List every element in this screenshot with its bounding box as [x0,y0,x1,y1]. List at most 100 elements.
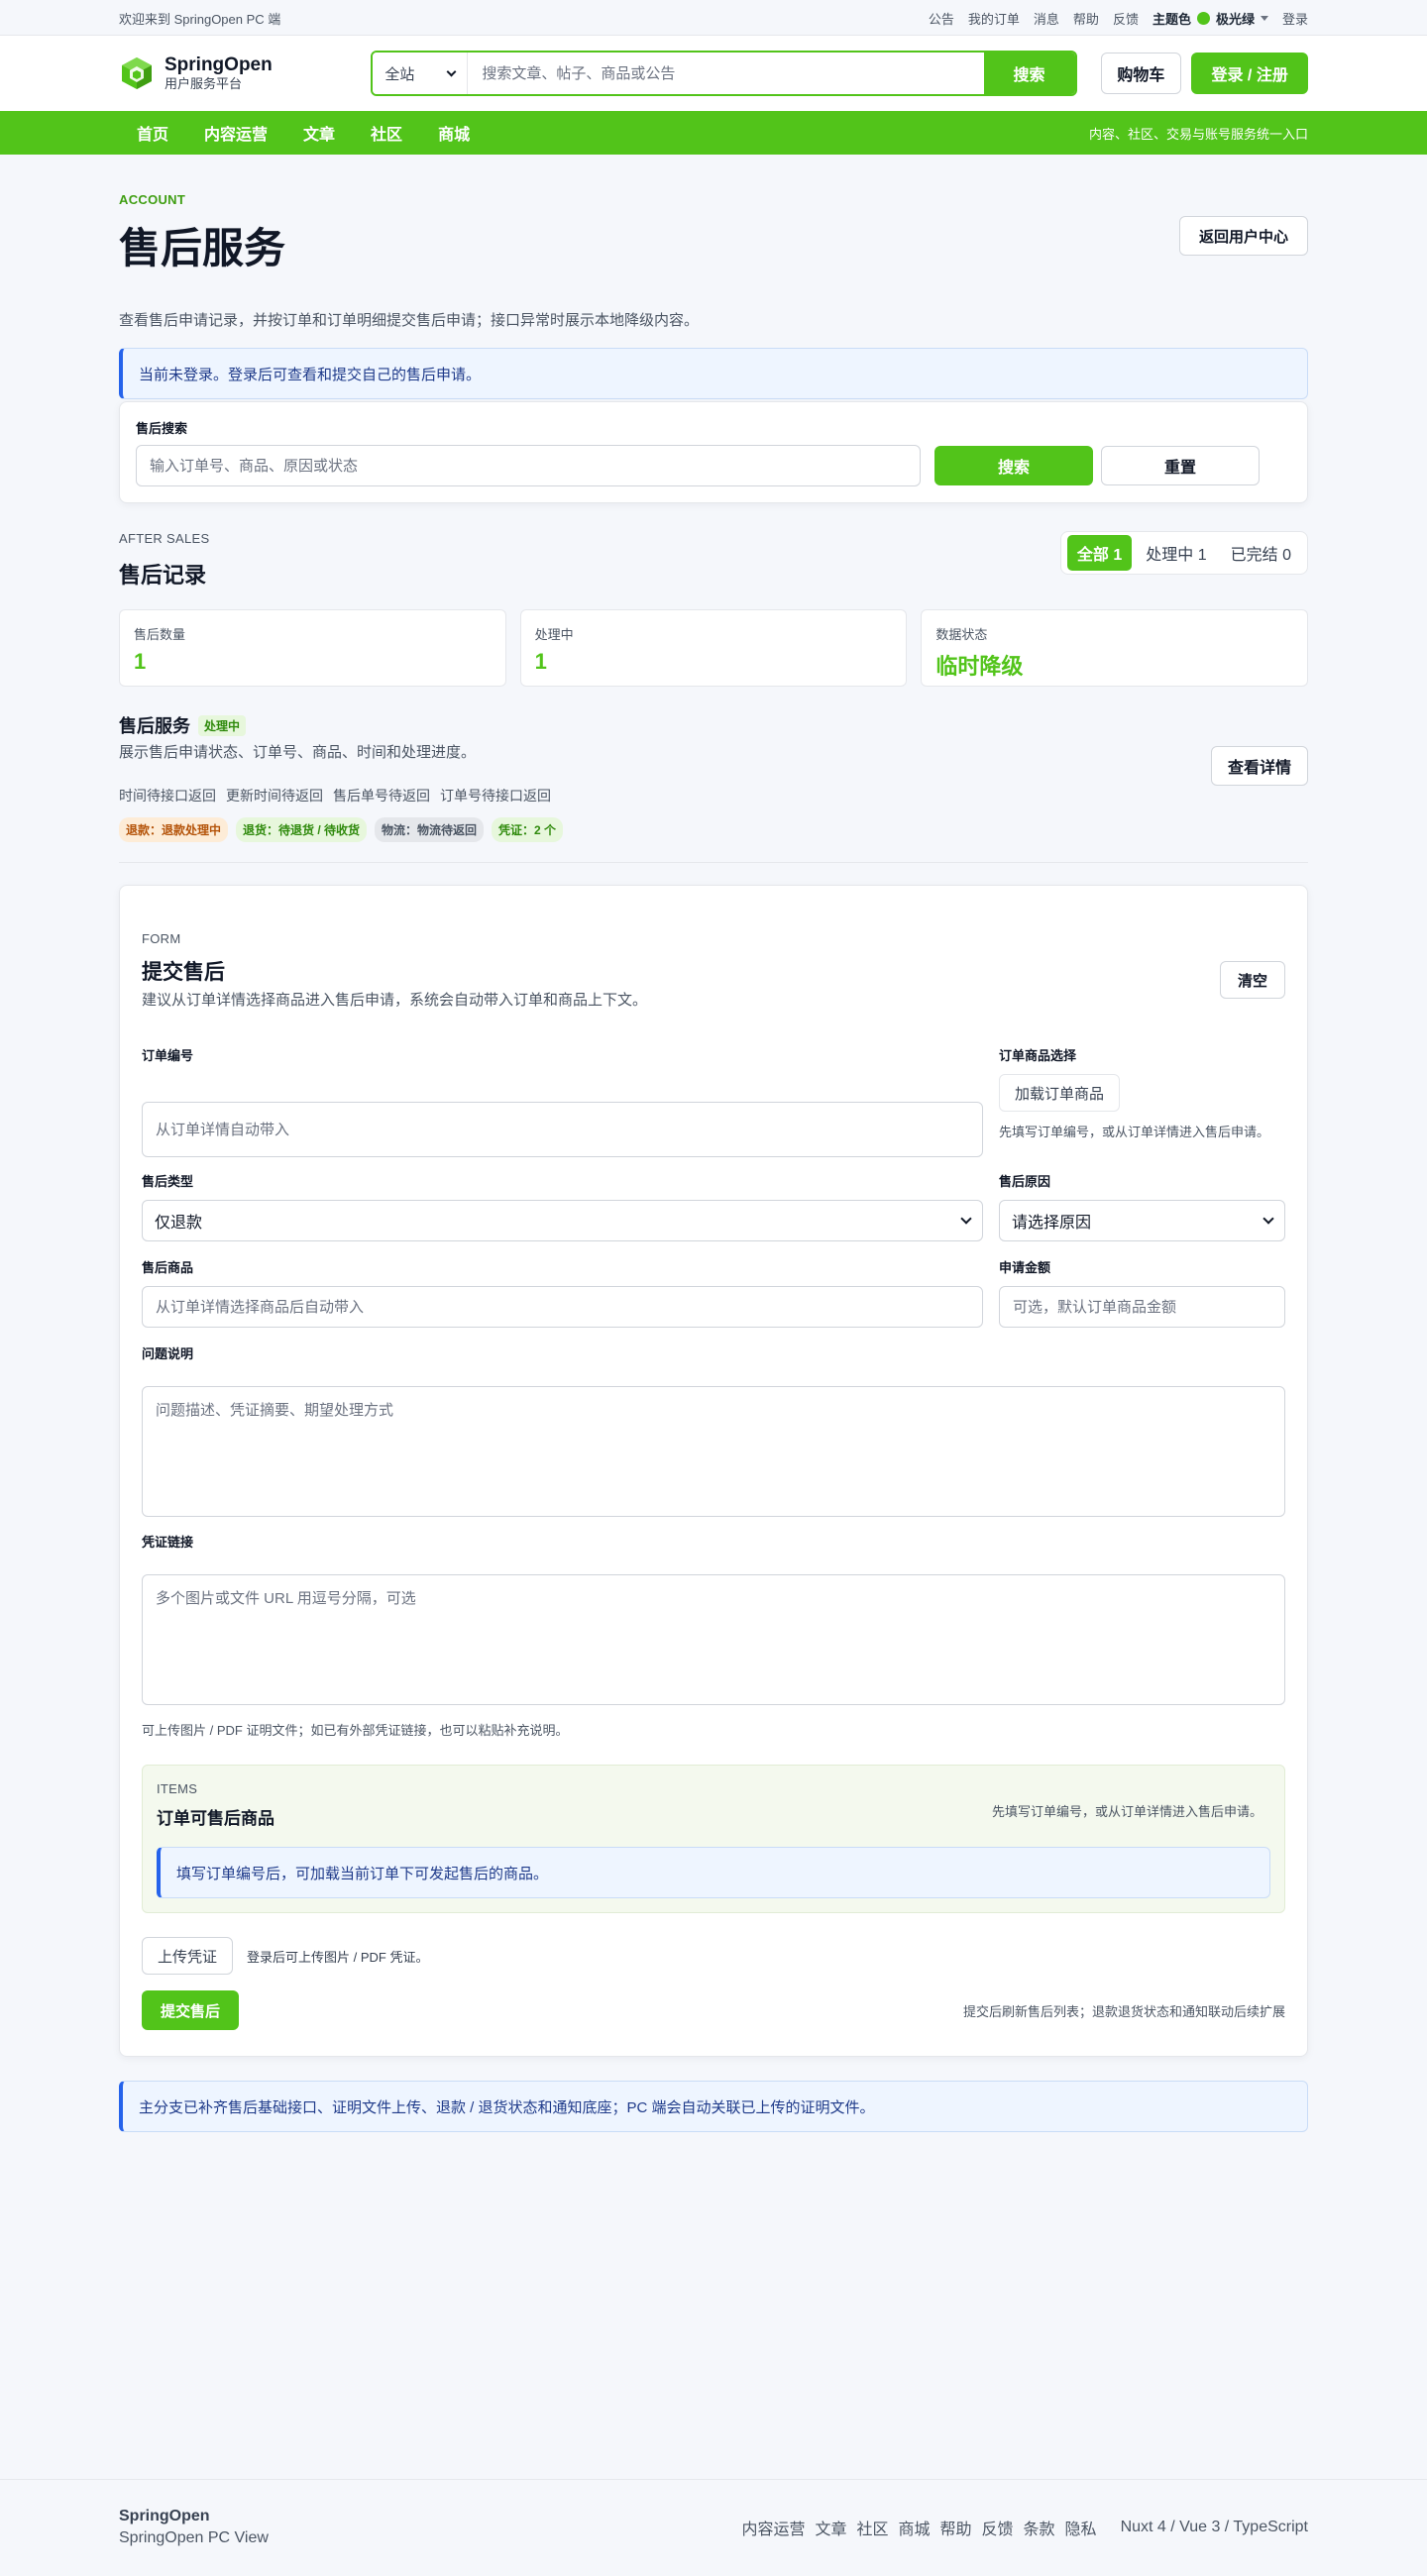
login-register-button[interactable]: 登录 / 注册 [1191,53,1309,94]
logo[interactable]: SpringOpen 用户服务平台 [119,54,371,92]
order-item-field: 订单商品选择 加载订单商品 先填写订单编号，或从订单详情进入售后申请。 [999,1045,1285,1157]
form-eyebrow: FORM [142,931,181,946]
search-input[interactable] [468,53,984,94]
amount-input[interactable] [999,1286,1285,1328]
after-sales-reason-select[interactable]: 请选择原因 [999,1200,1285,1241]
upload-hint: 登录后可上传图片 / PDF 凭证。 [247,1949,429,1965]
after-sales-search-input[interactable] [136,445,921,486]
amount-field: 申请金额 [999,1257,1285,1328]
footer-link-help[interactable]: 帮助 [940,2516,972,2539]
top-link-notice[interactable]: 公告 [929,9,954,28]
goods-label: 售后商品 [142,1260,194,1275]
main-content: ACCOUNT 售后服务 返回用户中心 查看售后申请记录，并按订单和订单明细提交… [119,155,1309,2132]
after-sales-search-button[interactable]: 搜索 [934,446,1093,485]
logo-cube-icon [122,57,152,89]
reason-label: 售后原因 [999,1174,1051,1189]
top-link-messages[interactable]: 消息 [1034,9,1059,28]
amount-label: 申请金额 [999,1260,1051,1275]
record-tags: 退款：退款处理中 退货：待退货 / 待收货 物流：物流待返回 凭证：2 个 [119,817,1308,842]
status-badge: 处理中 [198,714,247,736]
footer-link-community[interactable]: 社区 [856,2516,888,2539]
footer-link-privacy[interactable]: 隐私 [1065,2516,1097,2539]
stat-label: 数据状态 [935,627,988,642]
proof-label: 凭证链接 [142,1535,194,1550]
after-sales-type-select[interactable]: 仅退款 [142,1200,983,1241]
goods-field: 售后商品 [142,1257,983,1328]
theme-color-dot-icon [1196,11,1210,25]
logistics-tag: 物流：物流待返回 [375,817,485,842]
login-notice: 当前未登录。登录后可查看和提交自己的售后申请。 [119,348,1308,399]
reset-button[interactable]: 重置 [1101,446,1260,485]
back-to-user-center-button[interactable]: 返回用户中心 [1179,216,1308,256]
order-no-input[interactable] [142,1102,983,1157]
welcome-text: 欢迎来到 SpringOpen PC 端 [119,11,281,27]
nav-item-home[interactable]: 首页 [119,121,186,145]
theme-switcher[interactable]: 主题色 极光绿 [1153,9,1268,28]
top-links: 公告 我的订单 消息 帮助 反馈 主题色 极光绿 登录 [929,9,1308,28]
stat-card: 售后数量 1 [119,609,506,687]
tab-processing[interactable]: 处理中 1 [1136,535,1216,571]
reason-value: 请选择原因 [1012,1215,1092,1232]
submit-after-sales-button[interactable]: 提交售后 [142,1990,239,2030]
clear-button[interactable]: 清空 [1220,961,1285,999]
records-header: AFTER SALES 售后记录 全部 1 处理中 1 已完结 0 [119,531,1308,590]
footer-link-mall[interactable]: 商城 [898,2516,930,2539]
bottom-notice: 主分支已补齐售后基础接口、证明文件上传、退款 / 退货状态和通知底座；PC 端会… [119,2081,1308,2132]
record-meta-updated: 更新时间待返回 [226,788,323,804]
order-item-hint: 先填写订单编号，或从订单详情进入售后申请。 [999,1125,1270,1139]
goods-input[interactable] [142,1286,983,1328]
tab-finished[interactable]: 已完结 0 [1221,535,1301,571]
header: SpringOpen 用户服务平台 全站 搜索 购物车 登录 / 注册 [0,36,1427,111]
proof-links-textarea[interactable] [142,1574,1285,1705]
order-no-label: 订单编号 [142,1048,194,1063]
main-nav: 首页 内容运营 文章 社区 商城 内容、社区、交易与账号服务统一入口 [0,111,1427,155]
top-link-orders[interactable]: 我的订单 [968,9,1020,28]
reason-field: 售后原因 请选择原因 [999,1171,1285,1241]
refund-tag: 退款：退款处理中 [119,817,229,842]
stat-card: 数据状态 临时降级 [921,609,1309,687]
upload-proof-button[interactable]: 上传凭证 [142,1937,234,1975]
stat-value: 1 [534,649,547,674]
cart-button[interactable]: 购物车 [1100,53,1182,94]
footer-link-feedback[interactable]: 反馈 [982,2516,1014,2539]
load-order-items-button[interactable]: 加载订单商品 [999,1074,1121,1112]
items-eyebrow: ITEMS [157,1781,198,1796]
problem-textarea[interactable] [142,1386,1285,1517]
form-title: 提交售后 [142,961,225,984]
order-items-panel: ITEMS 订单可售后商品 先填写订单编号，或从订单详情进入售后申请。 填写订单… [142,1765,1285,1913]
page-title: 售后服务 [119,225,286,271]
stat-label: 售后数量 [134,627,186,642]
nav-item-content-ops[interactable]: 内容运营 [186,121,285,145]
nav-item-community[interactable]: 社区 [353,121,420,145]
record-meta-order-no: 订单号待接口返回 [440,788,551,804]
search-scope-value: 全站 [384,65,415,83]
type-label: 售后类型 [142,1174,194,1189]
search-scope-select[interactable]: 全站 [373,53,469,94]
top-link-feedback[interactable]: 反馈 [1113,9,1139,28]
record-meta: 时间待接口返回 更新时间待返回 售后单号待返回 订单号待接口返回 [119,786,1308,805]
footer-version: Nuxt 4 / Vue 3 / TypeScript [1120,2519,1308,2535]
proof-hint: 可上传图片 / PDF 证明文件；如已有外部凭证链接，也可以粘贴补充说明。 [142,1723,569,1738]
search-label: 售后搜索 [136,421,188,436]
footer-link-terms[interactable]: 条款 [1024,2516,1055,2539]
brand-name: SpringOpen [165,54,273,75]
type-value: 仅退款 [155,1215,203,1232]
stat-card: 处理中 1 [519,609,908,687]
nav-item-mall[interactable]: 商城 [420,121,488,145]
global-search: 全站 搜索 [371,51,1077,96]
view-detail-button[interactable]: 查看详情 [1211,746,1308,786]
page-eyebrow: ACCOUNT [119,192,186,207]
chevron-down-icon [1262,1213,1274,1225]
footer-link-articles[interactable]: 文章 [815,2516,846,2539]
search-button[interactable]: 搜索 [983,53,1075,94]
proof-field: 凭证链接 可上传图片 / PDF 证明文件；如已有外部凭证链接，也可以粘贴补充说… [142,1532,1285,1739]
top-link-help[interactable]: 帮助 [1073,9,1099,28]
chevron-down-icon [1260,15,1268,21]
tab-all[interactable]: 全部 1 [1066,535,1133,571]
footer-link-content-ops[interactable]: 内容运营 [741,2516,805,2539]
after-sales-search-card: 售后搜索 搜索 重置 [119,401,1308,503]
order-item-label: 订单商品选择 [999,1048,1077,1063]
top-link-login[interactable]: 登录 [1282,9,1308,28]
nav-item-articles[interactable]: 文章 [285,121,353,145]
footer-links: 内容运营 文章 社区 商城 帮助 反馈 条款 隐私 Nuxt 4 / Vue 3… [741,2516,1308,2539]
